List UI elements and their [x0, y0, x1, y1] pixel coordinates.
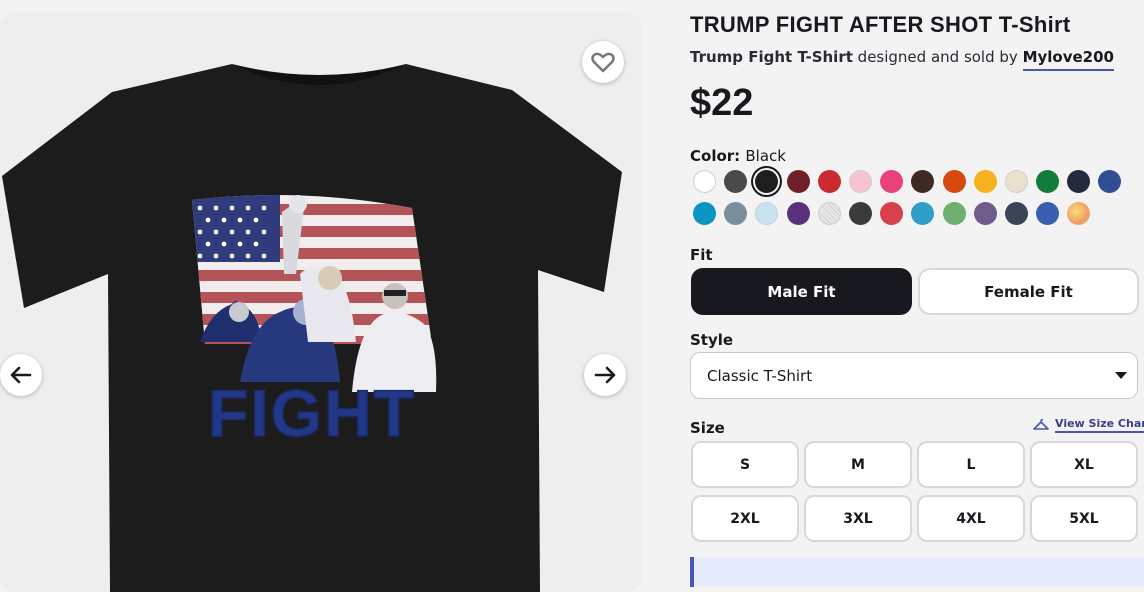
- style-dropdown-value: Classic T-Shirt: [707, 366, 813, 385]
- size-option-xl[interactable]: XL: [1030, 441, 1138, 488]
- color-swatch[interactable]: [911, 202, 935, 225]
- size-chart-label: View Size Chart: [1055, 417, 1144, 433]
- design-name: Trump Fight T-Shirt: [690, 48, 853, 66]
- product-image: FIGHT: [2, 64, 622, 592]
- fit-female-button[interactable]: Female Fit: [918, 268, 1139, 315]
- size-option-2xl[interactable]: 2XL: [691, 495, 799, 542]
- color-swatch[interactable]: [755, 202, 779, 225]
- size-option-3xl[interactable]: 3XL: [804, 495, 912, 542]
- view-size-chart-link[interactable]: View Size Chart: [1033, 417, 1144, 433]
- product-details-panel: TRUMP FIGHT AFTER SHOT T-Shirt Trump Fig…: [690, 0, 1144, 587]
- color-swatch[interactable]: [848, 202, 872, 225]
- fit-male-button[interactable]: Male Fit: [691, 268, 912, 315]
- product-byline: Trump Fight T-Shirt designed and sold by…: [690, 48, 1114, 71]
- product-title: TRUMP FIGHT AFTER SHOT T-Shirt: [690, 12, 1071, 37]
- fit-label: Fit: [690, 246, 713, 264]
- color-swatch-list: [693, 170, 1133, 225]
- color-swatch[interactable]: [1036, 170, 1060, 193]
- style-label: Style: [690, 331, 734, 349]
- color-swatch[interactable]: [693, 170, 716, 193]
- arrow-right-icon: [594, 366, 616, 384]
- color-label-text: Color:: [690, 147, 741, 165]
- product-price: $22: [690, 82, 754, 124]
- color-swatch[interactable]: [942, 170, 966, 193]
- color-swatch[interactable]: [973, 170, 997, 193]
- heart-icon: [591, 52, 615, 73]
- color-swatch[interactable]: [911, 170, 935, 193]
- selected-color-name: Black: [745, 147, 786, 165]
- color-swatch[interactable]: [817, 202, 841, 225]
- color-swatch[interactable]: [1036, 202, 1060, 225]
- size-option-5xl[interactable]: 5XL: [1030, 495, 1138, 542]
- color-swatch[interactable]: [755, 170, 779, 193]
- favorite-button[interactable]: [582, 41, 624, 83]
- color-swatch[interactable]: [880, 202, 904, 225]
- color-swatch[interactable]: [880, 170, 904, 193]
- color-swatch[interactable]: [724, 202, 748, 225]
- style-dropdown[interactable]: Classic T-Shirt: [690, 352, 1138, 399]
- hanger-icon: [1033, 418, 1049, 430]
- color-swatch[interactable]: [848, 170, 872, 193]
- color-swatch[interactable]: [1098, 170, 1122, 193]
- color-swatch[interactable]: [942, 202, 966, 225]
- color-swatch[interactable]: [1004, 202, 1028, 225]
- previous-image-button[interactable]: [0, 354, 42, 396]
- size-option-s[interactable]: S: [691, 441, 799, 488]
- info-banner: [690, 557, 1144, 587]
- product-image-gallery: FIGHT: [0, 12, 642, 592]
- color-swatch[interactable]: [786, 202, 810, 225]
- next-image-button[interactable]: [584, 354, 626, 396]
- color-swatch[interactable]: [786, 170, 810, 193]
- color-label: Color: Black: [690, 147, 786, 165]
- arrow-left-icon: [10, 366, 32, 384]
- size-option-m[interactable]: M: [804, 441, 912, 488]
- size-label: Size: [690, 419, 725, 437]
- color-swatch[interactable]: [693, 202, 716, 225]
- fight-text: FIGHT: [208, 376, 416, 450]
- size-options: S M L XL 2XL 3XL 4XL 5XL: [691, 441, 1138, 542]
- color-swatch[interactable]: [1067, 170, 1091, 193]
- color-swatch[interactable]: [724, 170, 748, 193]
- color-swatch[interactable]: [1067, 202, 1091, 225]
- color-swatch[interactable]: [973, 202, 997, 225]
- size-option-4xl[interactable]: 4XL: [917, 495, 1025, 542]
- color-swatch[interactable]: [1004, 170, 1028, 193]
- size-option-l[interactable]: L: [917, 441, 1025, 488]
- color-swatch[interactable]: [817, 170, 841, 193]
- byline-text: designed and sold by: [857, 48, 1018, 66]
- artist-link[interactable]: Mylove200: [1022, 48, 1114, 71]
- caret-down-icon: [1115, 372, 1127, 379]
